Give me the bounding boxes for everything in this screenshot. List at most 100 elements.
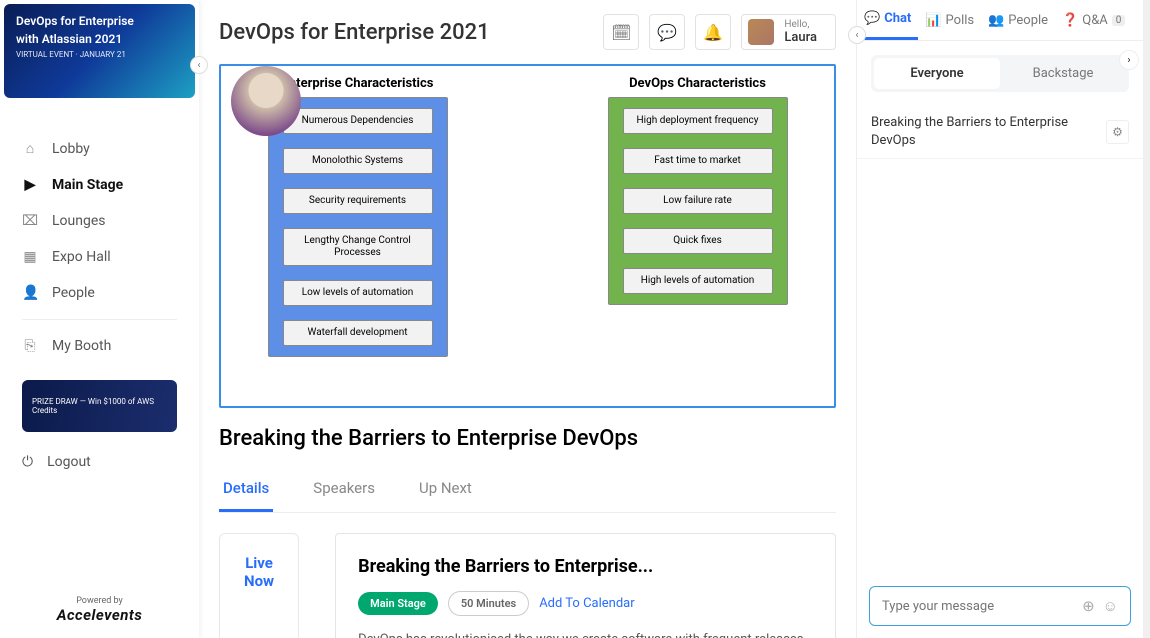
tab-speakers[interactable]: Speakers [309, 469, 379, 512]
powered-brand: Accelevents [0, 606, 199, 624]
user-chip[interactable]: Hello, Laura [741, 14, 836, 50]
plus-icon[interactable]: ⊕ [1082, 597, 1095, 615]
nav-label: My Booth [52, 338, 111, 354]
tabs-next-icon[interactable]: › [1119, 50, 1139, 70]
ent-box: Numerous Dependencies [283, 108, 433, 134]
now-label: Now [244, 572, 274, 590]
scrollbar[interactable] [1143, 0, 1150, 638]
nav-label: Lounges [52, 213, 105, 229]
banner-line2: with Atlassian 2021 [16, 32, 183, 46]
nav-label: People [52, 285, 95, 301]
ent-box: Low levels of automation [283, 280, 433, 306]
home-icon: ⌂ [22, 140, 38, 157]
nav-my-booth[interactable]: ⎘ My Booth [0, 328, 199, 364]
chat-message-input[interactable] [882, 599, 1074, 614]
video-player[interactable]: Enterprise Characteristics Numerous Depe… [219, 64, 836, 408]
session-tabs: Details Speakers Up Next [219, 469, 836, 513]
calendar-icon[interactable]: 🗓 [603, 14, 639, 50]
main-nav: ⌂ Lobby ▶ Main Stage ⌧ Lounges ▦ Expo Ha… [0, 130, 199, 364]
rtab-label: People [1008, 13, 1048, 28]
banner-line1: DevOps for Enterprise [16, 14, 183, 28]
chat-thread[interactable]: Breaking the Barriers to Enterprise DevO… [857, 106, 1143, 159]
topbar: DevOps for Enterprise 2021 🗓 💬 🔔 Hello, … [199, 0, 856, 64]
collapse-right-icon[interactable]: ‹ [848, 26, 866, 44]
subtab-everyone[interactable]: Everyone [874, 58, 1000, 89]
gear-icon[interactable]: ⚙ [1106, 120, 1129, 144]
people-tab-icon: 👥 [988, 13, 1004, 28]
person-icon: 👤 [22, 285, 38, 301]
nav-lobby[interactable]: ⌂ Lobby [0, 130, 199, 167]
nav-main-stage[interactable]: ▶ Main Stage [0, 167, 199, 203]
chat-tab-icon: 💬 [864, 11, 880, 26]
right-panel: ‹ 💬 Chat 📊 Polls 👥 People ❓ Q&A 0 › Ever… [856, 0, 1143, 638]
emoji-icon[interactable]: ☺ [1103, 597, 1118, 615]
ent-box: Waterfall development [283, 320, 433, 346]
dev-box: Quick fixes [623, 228, 773, 254]
left-sidebar: DevOps for Enterprise with Atlassian 202… [0, 0, 199, 638]
enterprise-column: Numerous Dependencies Monolothic Systems… [268, 97, 448, 357]
rtab-label: Chat [884, 11, 911, 26]
powered-small: Powered by [0, 596, 199, 606]
stage-chip: Main Stage [358, 592, 438, 615]
right-tabs: 💬 Chat 📊 Polls 👥 People ❓ Q&A 0 [857, 0, 1143, 41]
tab-details[interactable]: Details [219, 469, 273, 512]
nav-label: Lobby [52, 141, 90, 157]
logout-label: Logout [47, 454, 91, 470]
session-description: DevOps has revolutionised the way we cre… [358, 630, 813, 638]
rtab-label: Polls [946, 13, 975, 28]
rtab-qa[interactable]: ❓ Q&A 0 [1055, 2, 1132, 39]
rtab-label: Q&A [1082, 13, 1108, 28]
nav-divider [22, 319, 177, 320]
collapse-sidebar-icon[interactable]: ‹ [190, 56, 208, 74]
nav-people[interactable]: 👤 People [0, 275, 199, 311]
slide-content: Enterprise Characteristics Numerous Depe… [239, 76, 816, 396]
live-label: Live [244, 554, 274, 572]
logout-button[interactable]: ⏻ Logout [0, 442, 199, 482]
promo-text: PRIZE DRAW — Win $1000 of AWS Credits [32, 397, 167, 415]
nav-lounges[interactable]: ⌧ Lounges [0, 203, 199, 239]
main-content: DevOps for Enterprise 2021 🗓 💬 🔔 Hello, … [199, 0, 856, 638]
ent-box: Lengthy Change Control Processes [283, 228, 433, 266]
play-icon: ▶ [22, 177, 38, 193]
chat-subtabs: Everyone Backstage [871, 55, 1129, 92]
nav-label: Expo Hall [52, 249, 111, 265]
dev-box: High deployment frequency [623, 108, 773, 134]
chat-icon[interactable]: 💬 [649, 14, 685, 50]
topbar-actions: 🗓 💬 🔔 Hello, Laura [603, 14, 836, 50]
polls-tab-icon: 📊 [925, 13, 941, 28]
presenter-thumbnail [231, 66, 301, 136]
session-card-title: Breaking the Barriers to Enterprise... [358, 556, 813, 577]
rtab-polls[interactable]: 📊 Polls [918, 2, 981, 39]
thread-title: Breaking the Barriers to Enterprise DevO… [871, 114, 1106, 150]
devops-column: High deployment frequency Fast time to m… [608, 97, 788, 305]
tab-up-next[interactable]: Up Next [415, 469, 476, 512]
add-to-calendar-link[interactable]: Add To Calendar [539, 596, 634, 611]
lounge-icon: ⌧ [22, 213, 38, 229]
banner-line3: VIRTUAL EVENT · JANUARY 21 [16, 50, 183, 59]
booth-icon: ⎘ [22, 338, 38, 354]
session-card: Breaking the Barriers to Enterprise... M… [335, 533, 836, 638]
user-avatar [748, 19, 774, 45]
subtab-backstage[interactable]: Backstage [1000, 58, 1126, 89]
nav-expo-hall[interactable]: ▦ Expo Hall [0, 239, 199, 275]
hello-text: Hello, [784, 19, 817, 30]
chat-box: ⊕ ☺ [869, 586, 1131, 626]
rtab-people[interactable]: 👥 People [981, 2, 1055, 39]
event-banner[interactable]: DevOps for Enterprise with Atlassian 202… [4, 4, 195, 98]
qa-tab-icon: ❓ [1062, 13, 1078, 28]
live-indicator: Live Now [219, 533, 299, 638]
dev-box: Low failure rate [623, 188, 773, 214]
content-scroll[interactable]: Enterprise Characteristics Numerous Depe… [199, 64, 856, 638]
chat-input-area: ⊕ ☺ [857, 574, 1143, 638]
power-icon: ⏻ [22, 454, 33, 470]
devops-label: DevOps Characteristics [608, 76, 788, 91]
nav-label: Main Stage [52, 177, 123, 193]
session-title: Breaking the Barriers to Enterprise DevO… [219, 426, 836, 451]
promo-banner[interactable]: PRIZE DRAW — Win $1000 of AWS Credits [22, 380, 177, 432]
qa-badge: 0 [1112, 15, 1126, 26]
rtab-chat[interactable]: 💬 Chat [857, 0, 918, 40]
powered-by: Powered by Accelevents [0, 588, 199, 638]
bell-icon[interactable]: 🔔 [695, 14, 731, 50]
username: Laura [784, 30, 817, 45]
grid-icon: ▦ [22, 249, 38, 265]
